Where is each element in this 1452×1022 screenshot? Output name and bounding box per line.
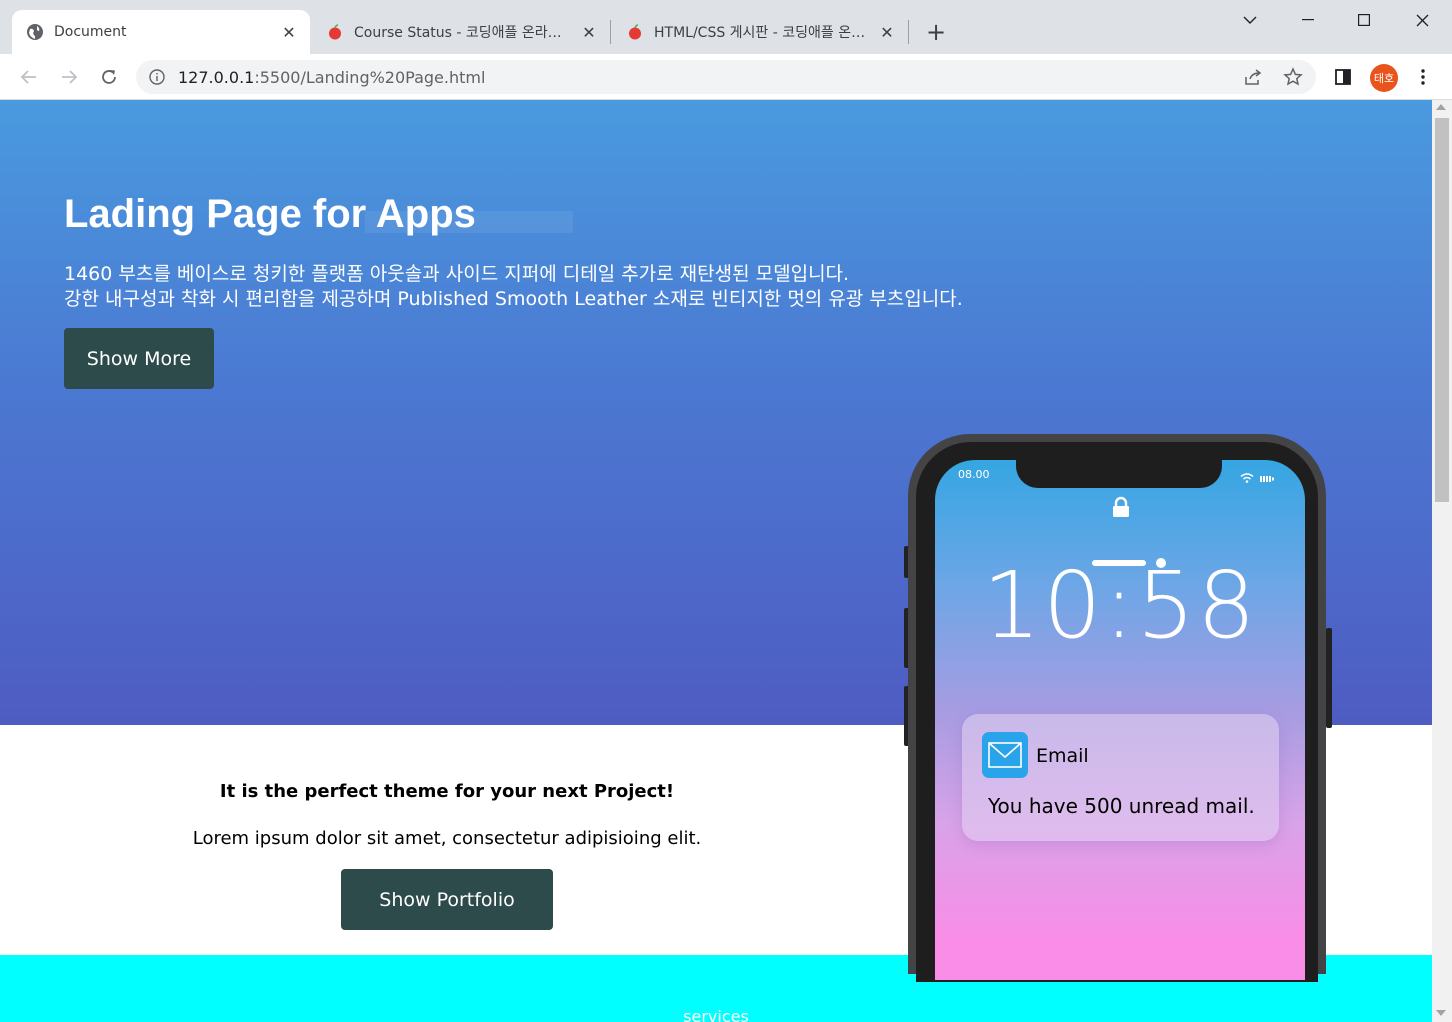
tab-title: HTML/CSS 게시판 - 코딩애플 온라인 — [654, 25, 870, 41]
tab-separator — [908, 20, 909, 44]
site-info-icon[interactable] — [148, 68, 166, 86]
close-icon[interactable]: ✕ — [280, 23, 298, 42]
phone-notch — [1016, 460, 1222, 488]
globe-icon — [26, 23, 44, 41]
project-info-section: It is the perfect theme for your next Pr… — [0, 725, 890, 955]
bookmark-star-icon[interactable] — [1278, 62, 1308, 92]
phone-illustration: 08.00 10:58 Email You have 500 unread ma… — [904, 434, 1332, 982]
close-icon[interactable]: ✕ — [580, 23, 598, 42]
tab-course-status[interactable]: Course Status - 코딩애플 온라인 강좌 ✕ — [312, 10, 610, 54]
tab-separator — [610, 20, 611, 44]
phone-status-icons — [1240, 468, 1276, 487]
scroll-up-icon[interactable] — [1436, 104, 1446, 110]
browser-toolbar: 127.0.0.1:5500/Landing%20Page.html — [0, 54, 1452, 100]
maximize-icon[interactable] — [1336, 0, 1392, 40]
wifi-icon — [1240, 468, 1254, 487]
phone-status-time: 08.00 — [958, 468, 990, 481]
hero-description: 1460 부츠를 베이스로 청키한 플랫폼 아웃솔과 사이드 지퍼에 디테일 추… — [64, 262, 963, 312]
address-bar[interactable]: 127.0.0.1:5500/Landing%20Page.html — [136, 60, 1316, 94]
project-lead-text: It is the perfect theme for your next Pr… — [219, 781, 675, 802]
tab-document[interactable]: Document ✕ — [12, 10, 310, 54]
tab-title: Course Status - 코딩애플 온라인 강좌 — [354, 25, 572, 41]
window-close-icon[interactable] — [1394, 0, 1450, 40]
tab-strip: Document ✕ Course Status - 코딩애플 온라인 강좌 ✕… — [0, 0, 1452, 54]
phone-clock: 10:58 — [982, 552, 1258, 659]
new-tab-button[interactable]: + — [922, 18, 950, 46]
tab-title: Document — [54, 24, 127, 40]
phone-side-button — [1326, 628, 1332, 728]
close-icon[interactable]: ✕ — [878, 23, 896, 42]
lock-icon — [1111, 496, 1131, 522]
side-panel-icon[interactable] — [1328, 62, 1358, 92]
page-scrollbar[interactable] — [1432, 100, 1452, 1022]
minimize-icon[interactable] — [1280, 0, 1336, 40]
profile-avatar[interactable]: 태호 — [1370, 64, 1398, 92]
apple-icon — [326, 23, 344, 41]
hero-description-line: 1460 부츠를 베이스로 청키한 플랫폼 아웃솔과 사이드 지퍼에 디테일 추… — [64, 263, 850, 285]
page-viewport: Lading Page for Apps 1460 부츠를 베이스로 청키한 플… — [0, 100, 1432, 1022]
battery-icon — [1260, 468, 1276, 487]
services-heading: services — [683, 1007, 749, 1022]
scroll-down-icon[interactable] — [1436, 1010, 1446, 1016]
menu-icon[interactable] — [1408, 62, 1438, 92]
back-icon[interactable] — [14, 62, 44, 92]
forward-icon[interactable] — [54, 62, 84, 92]
reload-icon[interactable] — [94, 62, 124, 92]
notification-message: You have 500 unread mail. — [988, 794, 1255, 818]
tab-search-icon[interactable] — [1222, 0, 1278, 40]
share-icon[interactable] — [1238, 62, 1268, 92]
notification-app-name: Email — [1036, 745, 1089, 767]
project-sub-text: Lorem ipsum dolor sit amet, consectetur … — [192, 828, 702, 849]
hero-description-line: 강한 내구성과 착화 시 편리함을 제공하며 Published Smooth … — [64, 288, 963, 310]
url-text: 127.0.0.1:5500/Landing%20Page.html — [178, 67, 486, 87]
mail-icon — [982, 732, 1028, 778]
show-portfolio-button[interactable]: Show Portfolio — [341, 869, 553, 930]
email-notification: Email You have 500 unread mail. — [962, 714, 1279, 841]
tab-html-css-board[interactable]: HTML/CSS 게시판 - 코딩애플 온라인 ✕ — [612, 10, 908, 54]
scrollbar-thumb[interactable] — [1435, 118, 1449, 502]
show-more-button[interactable]: Show More — [64, 328, 214, 389]
hero-title: Lading Page for Apps — [64, 192, 476, 236]
apple-icon — [626, 23, 644, 41]
